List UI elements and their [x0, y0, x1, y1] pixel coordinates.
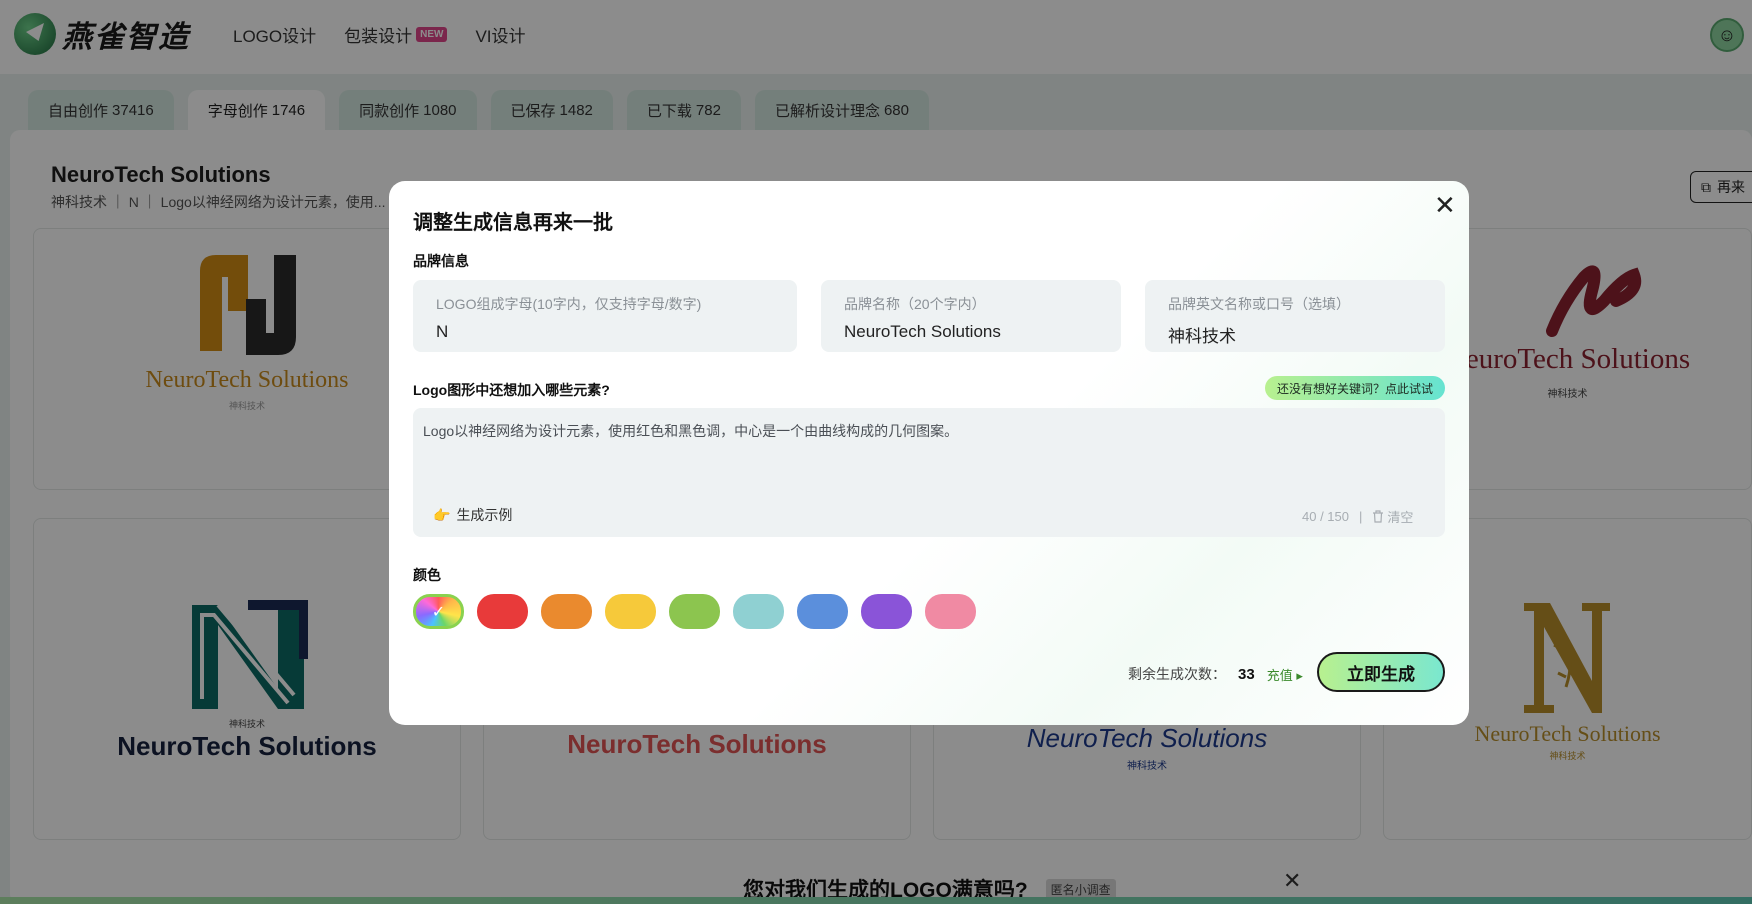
field-value: N	[436, 322, 449, 341]
color-swatch-purple[interactable]	[861, 594, 912, 629]
recharge-link[interactable]: 充值 ▸	[1267, 665, 1303, 684]
remain-count: 33	[1238, 665, 1255, 683]
color-swatch-red[interactable]	[477, 594, 528, 629]
generate-example-button[interactable]: 👉 生成示例	[433, 505, 512, 525]
trash-icon	[1373, 510, 1384, 523]
clear-label: 清空	[1387, 510, 1414, 525]
brand-info-label: 品牌信息	[413, 253, 469, 269]
color-swatch-blue[interactable]	[797, 594, 848, 629]
field-placeholder: 品牌名称（20个字内）	[844, 296, 986, 312]
color-swatch-rainbow[interactable]: ✓	[413, 594, 464, 629]
keyword-suggest-button[interactable]: 还没有想好关键词？点此试试	[1265, 376, 1445, 400]
elements-textarea[interactable]: Logo以神经网络为设计元素，使用红色和黑色调，中心是一个由曲线构成的几何图案。…	[413, 408, 1445, 537]
color-swatch-cyan[interactable]	[733, 594, 784, 629]
field-placeholder: LOGO组成字母(10字内，仅支持字母/数字)	[436, 296, 702, 312]
pointing-hand-icon: 👉	[433, 506, 451, 523]
color-swatch-pink[interactable]	[925, 594, 976, 629]
dialog-title: 调整生成信息再来一批	[413, 212, 613, 234]
example-label: 生成示例	[456, 507, 513, 523]
brand-name-field[interactable]: 品牌名称（20个字内） NeuroTech Solutions	[821, 280, 1121, 352]
counter-value: 40 / 150	[1302, 509, 1349, 524]
clear-button[interactable]: 清空	[1372, 507, 1413, 526]
color-label: 颜色	[413, 567, 441, 583]
field-value: NeuroTech Solutions	[844, 322, 1001, 341]
logo-letters-field[interactable]: LOGO组成字母(10字内，仅支持字母/数字) N	[413, 280, 797, 352]
color-swatch-yellow[interactable]	[605, 594, 656, 629]
divider: |	[1359, 509, 1363, 524]
description-text: Logo以神经网络为设计元素，使用红色和黑色调，中心是一个由曲线构成的几何图案。	[423, 423, 959, 439]
close-icon[interactable]: ✕	[1434, 192, 1456, 218]
recharge-label: 充值	[1266, 667, 1293, 683]
color-swatches: ✓	[413, 594, 976, 629]
char-counter: 40 / 150 | 清空	[1302, 507, 1413, 526]
color-swatch-orange[interactable]	[541, 594, 592, 629]
check-icon: ✓	[431, 603, 446, 621]
remain-label: 剩余生成次数：	[1128, 666, 1226, 682]
color-swatch-green[interactable]	[669, 594, 720, 629]
field-placeholder: 品牌英文名称或口号（选填）	[1168, 296, 1350, 312]
remaining-generations: 剩余生成次数： 33 充值 ▸	[1128, 664, 1303, 684]
brand-slogan-field[interactable]: 品牌英文名称或口号（选填） 神科技术	[1145, 280, 1445, 352]
field-value: 神科技术	[1168, 327, 1236, 346]
elements-label: Logo图形中还想加入哪些元素?	[413, 382, 610, 398]
generate-now-button[interactable]: 立即生成	[1317, 652, 1445, 692]
